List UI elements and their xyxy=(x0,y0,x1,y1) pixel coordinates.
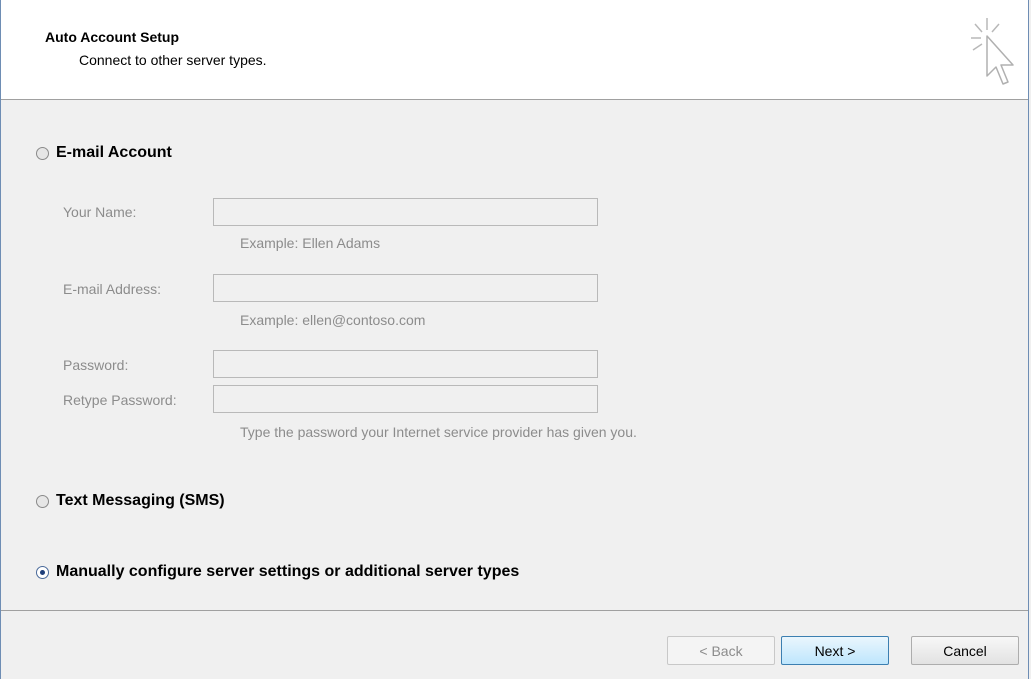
back-button[interactable]: < Back xyxy=(667,636,775,665)
next-button[interactable]: Next > xyxy=(781,636,889,665)
radio-indicator[interactable] xyxy=(36,494,49,508)
page-subtitle: Connect to other server types. xyxy=(79,52,267,68)
retype-password-label: Retype Password: xyxy=(63,392,177,408)
email-address-field[interactable] xyxy=(213,274,598,302)
password-hint: Type the password your Internet service … xyxy=(240,424,637,440)
sms-radio[interactable]: Text Messaging (SMS) xyxy=(36,492,225,510)
radio-indicator[interactable] xyxy=(36,146,49,160)
sms-label[interactable]: Text Messaging (SMS) xyxy=(56,492,225,510)
retype-password-field[interactable] xyxy=(213,385,598,413)
footer-divider xyxy=(1,610,1028,611)
email-account-label[interactable]: E-mail Account xyxy=(56,144,172,162)
page-title: Auto Account Setup xyxy=(45,29,180,45)
cancel-button[interactable]: Cancel xyxy=(911,636,1019,665)
your-name-label: Your Name: xyxy=(63,204,137,220)
email-address-label: E-mail Address: xyxy=(63,281,162,297)
manual-config-label[interactable]: Manually configure server settings or ad… xyxy=(56,563,519,581)
email-account-radio[interactable]: E-mail Account xyxy=(36,144,172,162)
password-field[interactable] xyxy=(213,350,598,378)
password-label: Password: xyxy=(63,357,129,373)
your-name-hint: Example: Ellen Adams xyxy=(240,235,381,251)
your-name-field[interactable] xyxy=(213,198,598,226)
email-address-hint: Example: ellen@contoso.com xyxy=(240,312,426,328)
manual-config-radio[interactable]: Manually configure server settings or ad… xyxy=(36,563,519,581)
dialog-header: Auto Account Setup Connect to other serv… xyxy=(1,0,1028,100)
radio-indicator-selected[interactable] xyxy=(36,565,49,579)
cursor-click-icon xyxy=(971,18,1014,85)
